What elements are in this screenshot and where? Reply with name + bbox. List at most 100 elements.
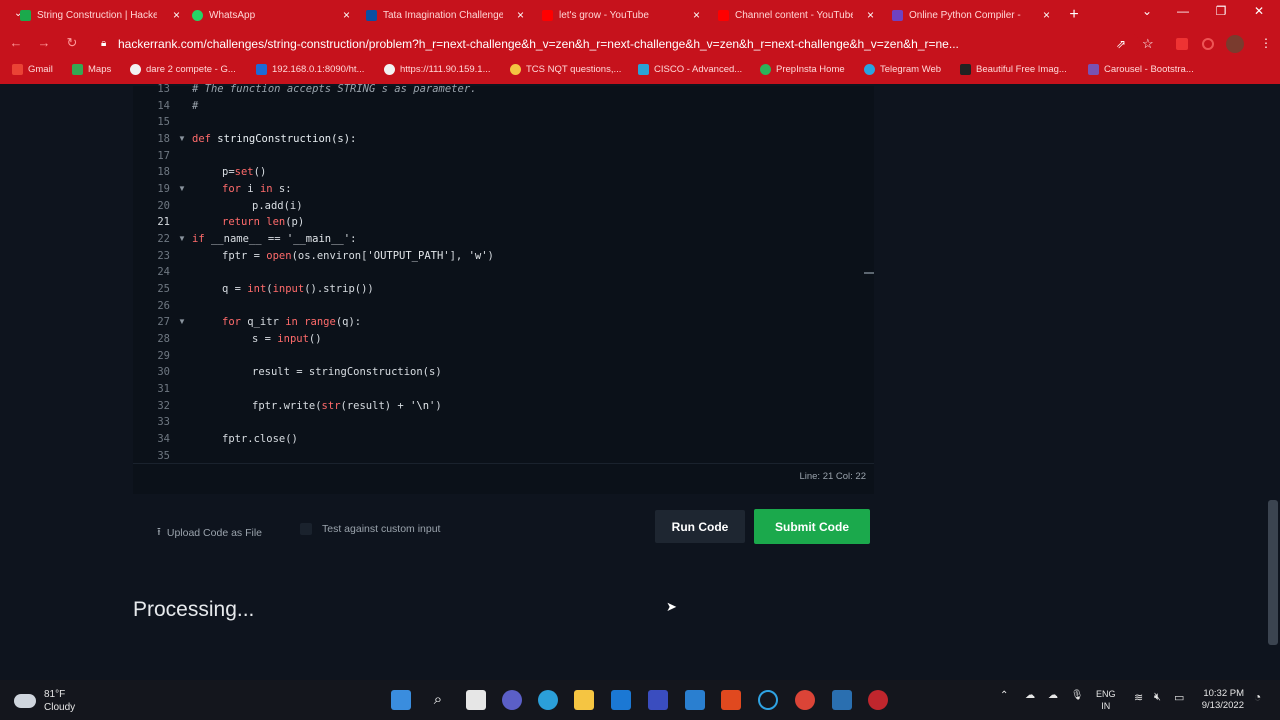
tab-youtube-grow[interactable]: let's grow - YouTube × (542, 4, 700, 26)
code-line[interactable]: fptr = open(os.environ['OUTPUT_PATH'], '… (222, 250, 494, 262)
code-line[interactable]: if __name__ == '__main__': (192, 233, 356, 245)
search-icon[interactable]: ⌕ (428, 690, 448, 710)
tab-python-compiler[interactable]: Online Python Compiler - × (892, 4, 1050, 26)
custom-input-toggle[interactable]: Test against custom input (300, 523, 440, 535)
weather-widget[interactable]: 81°F Cloudy (14, 688, 75, 714)
restore-button[interactable]: ❐ (1206, 4, 1236, 18)
tab-list-icon[interactable]: ⌄ (1132, 4, 1162, 18)
unstop-icon (366, 9, 377, 21)
tab-title: Channel content - YouTube (735, 9, 853, 21)
bookmark-cisco[interactable]: CISCO - Advanced... (638, 64, 742, 75)
bookmark-tcs[interactable]: TCS NQT questions,... (510, 64, 621, 75)
notepad-icon[interactable] (832, 690, 852, 710)
tab-hackerrank[interactable]: String Construction | Hackerrank × (20, 4, 180, 26)
close-icon[interactable]: × (867, 8, 874, 22)
code-line[interactable]: p.add(i) (252, 200, 303, 212)
system-tray[interactable]: ⌃ ☁ ☁ 🎙︎ (1000, 690, 1083, 701)
fold-chevron-icon[interactable]: ▼ (178, 317, 186, 326)
bookmark-ip[interactable]: https://111.90.159.1... (384, 64, 491, 75)
bookmark-label: Maps (88, 64, 112, 75)
bookmark-router[interactable]: 192.168.0.1:8090/ht... (256, 64, 364, 75)
code-line[interactable]: def stringConstruction(s): (192, 133, 356, 145)
code-line[interactable]: s = input() (252, 333, 322, 345)
chrome-icon[interactable] (795, 690, 815, 710)
fold-chevron-icon[interactable]: ▼ (178, 134, 186, 143)
avatar[interactable] (1226, 35, 1244, 53)
custom-input-checkbox[interactable] (300, 523, 312, 535)
file-explorer-icon[interactable] (574, 690, 594, 710)
bookmark-gmail[interactable]: Gmail (12, 64, 53, 75)
bookmark-telegram[interactable]: Telegram Web (864, 64, 941, 75)
onedrive-icon[interactable]: ☁ (1025, 690, 1035, 701)
close-icon[interactable]: × (1043, 8, 1050, 22)
cisco-icon (638, 64, 649, 75)
recorder-icon[interactable] (868, 690, 888, 710)
office-icon[interactable] (721, 690, 741, 710)
menu-icon[interactable]: ⋮ (1260, 36, 1272, 50)
close-icon[interactable]: × (173, 8, 180, 22)
line-number: 29 (157, 350, 170, 362)
code-line[interactable]: # The function accepts STRING s as param… (192, 83, 476, 95)
close-icon[interactable]: × (693, 8, 700, 22)
windows-start-icon[interactable] (391, 690, 411, 710)
back-icon[interactable]: ← (6, 35, 26, 50)
code-line[interactable]: result = stringConstruction(s) (252, 366, 442, 378)
minimize-button[interactable]: — (1168, 4, 1198, 18)
star-icon[interactable]: ☆ (1142, 36, 1154, 52)
maps-icon (72, 64, 83, 75)
url-text[interactable]: hackerrank.com/challenges/string-constru… (118, 37, 1108, 51)
submit-code-button[interactable]: Submit Code (754, 509, 870, 544)
new-tab-button[interactable]: + (1064, 5, 1084, 25)
l-app-icon[interactable] (685, 690, 705, 710)
tab-whatsapp[interactable]: WhatsApp × (192, 4, 350, 26)
page-scrollbar-thumb[interactable] (1268, 500, 1278, 645)
bookmark-label: 192.168.0.1:8090/ht... (272, 64, 365, 75)
cortana-icon[interactable] (758, 690, 778, 710)
reload-icon[interactable]: ↻ (62, 35, 82, 51)
code-line[interactable]: for i in s: (222, 183, 292, 195)
volume-muted-icon[interactable]: 🔇︎ (1154, 691, 1161, 704)
run-code-button[interactable]: Run Code (655, 510, 745, 543)
notification-icon[interactable]: ◔ (1254, 690, 1261, 704)
code-line[interactable]: p=set() (222, 166, 266, 178)
code-line[interactable]: return len(p) (222, 216, 304, 228)
language-indicator[interactable]: ENG IN (1096, 688, 1116, 712)
lock-icon[interactable]: 🔒︎ (101, 38, 106, 49)
bookmark-maps[interactable]: Maps (72, 64, 111, 75)
edge-icon[interactable] (538, 690, 558, 710)
site-icon (960, 64, 971, 75)
bookmark-bootstrap[interactable]: Carousel - Bootstra... (1088, 64, 1194, 75)
extension-icon[interactable] (1176, 38, 1188, 50)
cloud-sync-icon[interactable]: ☁ (1048, 690, 1058, 701)
code-line[interactable]: for q_itr in range(q): (222, 316, 361, 328)
close-icon[interactable]: × (517, 8, 524, 22)
close-icon[interactable]: × (343, 8, 350, 22)
code-line[interactable]: # (192, 100, 198, 112)
close-window-button[interactable]: ✕ (1244, 4, 1274, 18)
bookmark-dare2compete[interactable]: dare 2 compete - G... (130, 64, 236, 75)
fold-chevron-icon[interactable]: ▼ (178, 184, 186, 193)
share-icon[interactable]: ⇗ (1116, 37, 1126, 51)
upload-code-button[interactable]: ⭱ Upload Code as File (157, 523, 262, 542)
mail-icon[interactable] (611, 690, 631, 710)
fold-chevron-icon[interactable]: ▼ (178, 234, 186, 243)
code-line[interactable]: q = int(input().strip()) (222, 283, 374, 295)
bookmark-prepinsta[interactable]: PrepInsta Home (760, 64, 845, 75)
tab-title: WhatsApp (209, 9, 256, 21)
bookmark-images[interactable]: Beautiful Free Imag... (960, 64, 1067, 75)
task-view-icon[interactable] (466, 690, 486, 710)
forward-icon[interactable]: → (34, 35, 54, 50)
battery-icon[interactable]: ▭ (1174, 691, 1184, 704)
bookmark-label: TCS NQT questions,... (526, 64, 622, 75)
extension-icon[interactable] (1202, 38, 1214, 50)
wifi-icon[interactable]: ≋ (1134, 691, 1143, 704)
store-icon[interactable] (648, 690, 668, 710)
chevron-up-icon[interactable]: ⌃ (1000, 690, 1008, 701)
code-line[interactable]: fptr.write(str(result) + '\n') (252, 400, 442, 412)
tab-tata[interactable]: Tata Imagination Challenge × (366, 4, 524, 26)
microphone-icon[interactable]: 🎙︎ (1071, 690, 1084, 701)
tab-youtube-channel[interactable]: Channel content - YouTube × (718, 4, 874, 26)
code-line[interactable]: fptr.close() (222, 433, 298, 445)
chat-icon[interactable] (502, 690, 522, 710)
clock[interactable]: 10:32 PM 9/13/2022 (1196, 688, 1244, 712)
